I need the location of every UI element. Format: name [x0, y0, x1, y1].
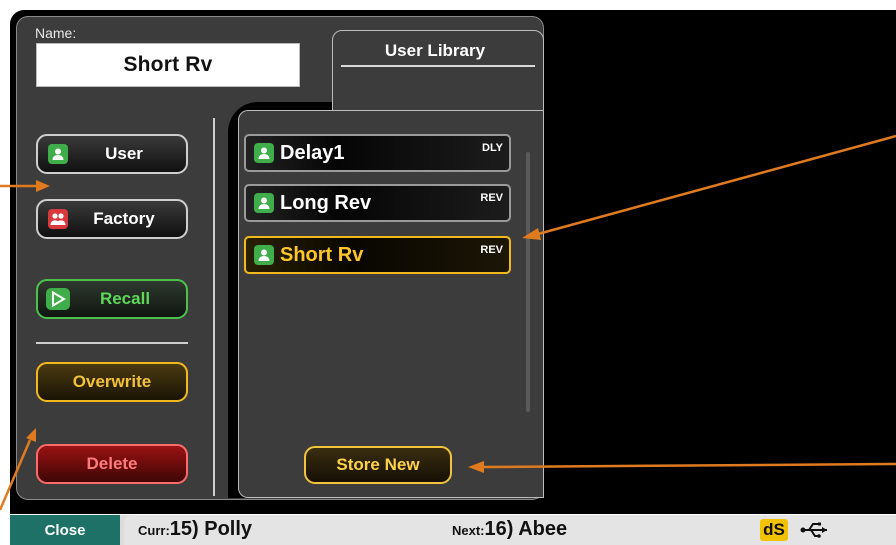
annotation-arrow-store-new: [483, 462, 896, 469]
annotation-arrow-delete: [0, 439, 32, 511]
annotation-arrow-library-list: [537, 134, 896, 236]
annotation-arrows: [0, 134, 896, 511]
